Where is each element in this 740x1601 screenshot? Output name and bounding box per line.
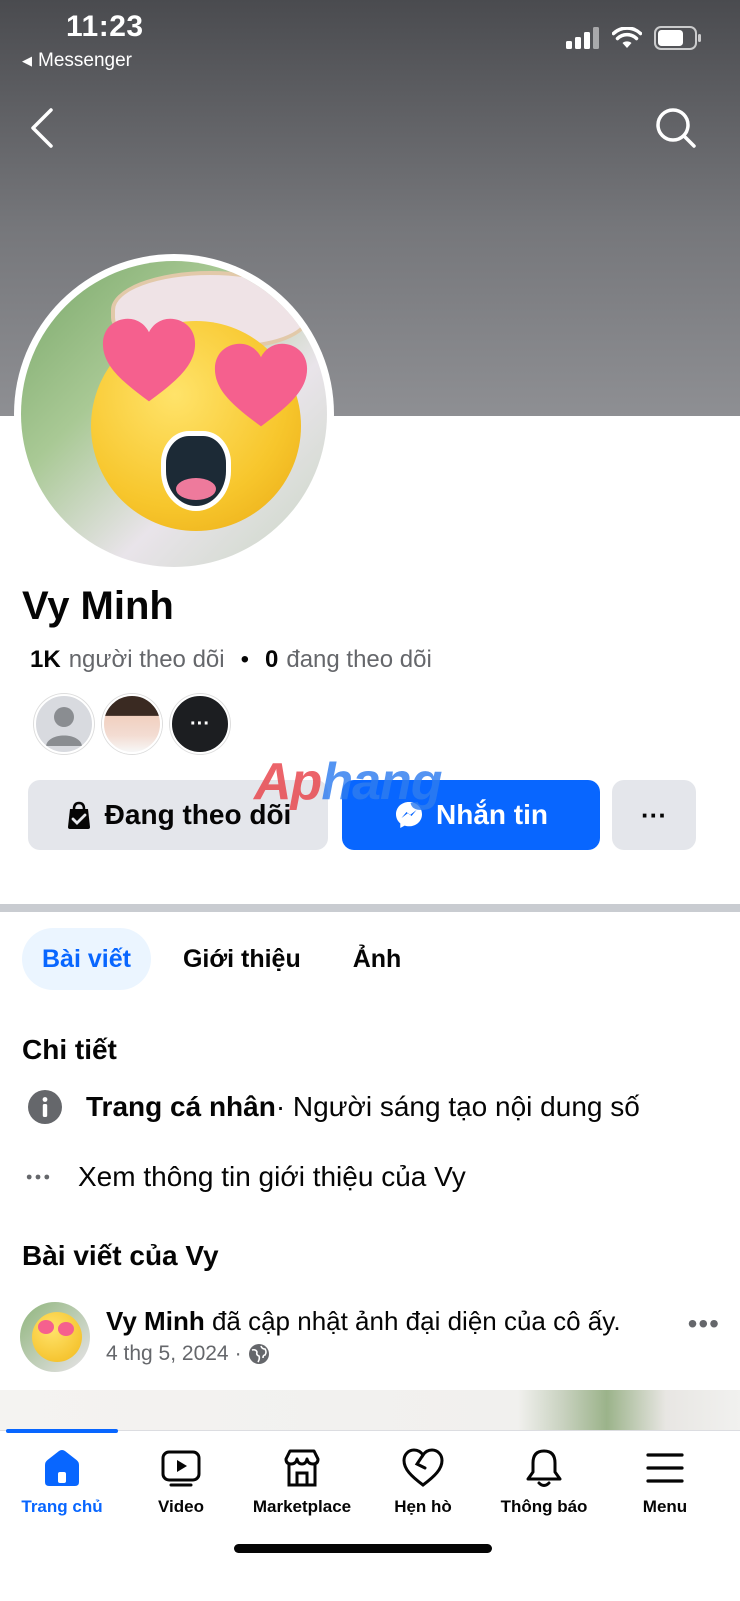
status-time: 11:23 [66,10,144,43]
post-title: Vy Minh đã cập nhật ảnh đại diện của cô … [106,1306,621,1337]
chevron-left-icon [31,108,53,148]
tab-posts[interactable]: Bài viết [22,928,151,990]
nav-notifications[interactable]: Thông báo [482,1447,606,1517]
post-more-button[interactable]: ••• [688,1308,720,1340]
post-meta-dot: · [234,1342,242,1365]
video-icon [161,1450,201,1487]
nav-home[interactable]: Trang chủ [0,1447,124,1517]
cellular-signal-icon [566,27,599,49]
post-action: đã cập nhật ảnh đại diện của cô ấy. [204,1306,621,1336]
nav-home-label: Trang chủ [21,1497,103,1516]
section-divider [0,904,740,912]
watermark-part1: Ap [254,753,322,811]
marketplace-icon [284,1449,320,1487]
default-avatar-icon [46,707,82,746]
profile-picture[interactable] [14,254,334,574]
nav-notifications-label: Thông báo [500,1497,588,1516]
active-tab-indicator [6,1429,118,1433]
back-to-app-link[interactable]: ◀ Messenger [22,50,132,72]
message-label: Nhắn tin [436,799,548,830]
search-icon [656,108,696,148]
search-button[interactable] [648,100,704,156]
tab-about[interactable]: Giới thiệu [163,928,321,990]
small-left-triangle-icon: ◀ [22,53,32,68]
tab-photos[interactable]: Ảnh [333,928,422,990]
post-header: Vy Minh đã cập nhật ảnh đại diện của cô … [20,1302,720,1382]
status-bar: 11:23 ◀ Messenger [0,0,740,80]
followers-label: người theo dõi [68,646,225,673]
watermark-logo: Aphang [254,752,443,812]
system-icons [566,26,702,50]
see-about-label: Xem thông tin giới thiệu của Vy [78,1161,466,1192]
post-author-avatar[interactable] [20,1302,90,1372]
nav-menu[interactable]: Menu [603,1447,727,1517]
back-button[interactable] [14,100,70,156]
nav-menu-label: Menu [642,1497,688,1516]
more-dots-icon: ··· [190,712,210,735]
battery-icon [654,26,701,50]
more-options-button[interactable]: ··· [612,780,696,850]
detail-page-type: Trang cá nhân · Người sáng tạo nội dung … [26,1088,640,1126]
following-label: đang theo dõi [286,646,432,673]
page-type-label: Trang cá nhân [86,1091,276,1122]
nav-dating[interactable]: Hẹn hò [361,1447,485,1517]
posts-title: Bài viết của Vy [22,1240,219,1271]
heart-icon [402,1448,444,1487]
watermark-part2: hang [321,753,442,811]
home-indicator[interactable] [234,1544,492,1553]
stats-separator: • [240,646,249,673]
back-app-label: Messenger [38,50,132,71]
bell-icon [526,1449,562,1487]
nav-video-label: Video [158,1497,204,1516]
emoji-mouth-graphic [161,431,231,511]
page-category-label: · Người sáng tạo nội dung số [275,1091,640,1122]
wifi-icon [612,27,642,48]
profile-photo [21,261,327,567]
menu-icon [646,1453,684,1483]
see-about-link[interactable]: Xem thông tin giới thiệu của Vy [26,1158,466,1196]
followers-preview[interactable]: ··· [34,694,230,754]
following-count: 0 [265,646,279,673]
follower-avatar-photo[interactable] [102,694,162,754]
follow-stats[interactable]: 1K người theo dõi • 0 đang theo dõi [30,646,432,674]
post-author[interactable]: Vy Minh [106,1306,205,1336]
post-date[interactable]: 4 thg 5, 2024 [106,1342,229,1366]
follower-avatar[interactable] [34,694,94,754]
details-title: Chi tiết [22,1034,117,1065]
info-icon [26,1088,64,1126]
profile-name: Vy Minh [22,584,174,628]
home-icon [45,1450,79,1486]
heart-eye-right-graphic [214,343,308,427]
nav-dating-label: Hẹn hò [394,1497,452,1516]
followers-count: 1K [30,646,61,673]
nav-marketplace[interactable]: Marketplace [240,1447,364,1517]
post-meta: 4 thg 5, 2024 · [106,1342,270,1366]
heart-eye-left-graphic [102,318,196,402]
more-followers-button[interactable]: ··· [170,694,230,754]
nav-video[interactable]: Video [119,1447,243,1517]
more-horizontal-icon [26,1158,50,1196]
following-check-icon [67,801,90,829]
nav-marketplace-label: Marketplace [252,1497,352,1516]
globe-icon [248,1344,269,1364]
profile-tabs: Bài viết Giới thiệu Ảnh [22,928,421,990]
bottom-navigation: Trang chủ Video Marketplace Hẹn hò Thông… [0,1429,740,1601]
